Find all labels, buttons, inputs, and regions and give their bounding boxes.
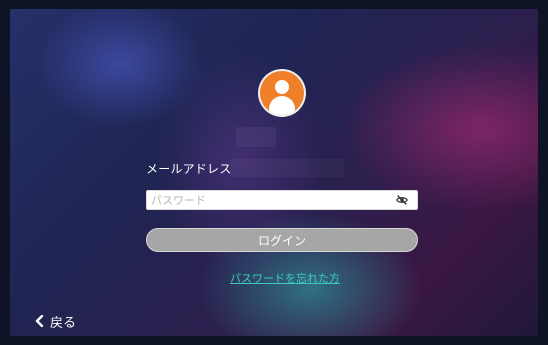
avatar-body	[269, 96, 295, 115]
chevron-left-icon	[35, 315, 44, 327]
email-label: メールアドレス	[146, 162, 232, 176]
avatar-circle	[260, 71, 304, 115]
user-avatar-icon	[258, 69, 306, 117]
email-value	[230, 159, 344, 177]
blurred-username	[236, 127, 276, 147]
back-label: 戻る	[50, 315, 77, 331]
forgot-password-link[interactable]: パスワードを忘れた方	[230, 270, 340, 286]
back-button[interactable]: 戻る	[34, 312, 77, 331]
avatar-head	[275, 80, 289, 94]
password-input[interactable]	[147, 191, 395, 209]
login-button[interactable]: ログイン	[146, 228, 418, 252]
eye-slash-icon[interactable]	[395, 193, 409, 207]
login-screen: メールアドレス ログイン パスワードを忘れた方 戻る	[10, 9, 538, 336]
password-field[interactable]	[146, 190, 418, 210]
